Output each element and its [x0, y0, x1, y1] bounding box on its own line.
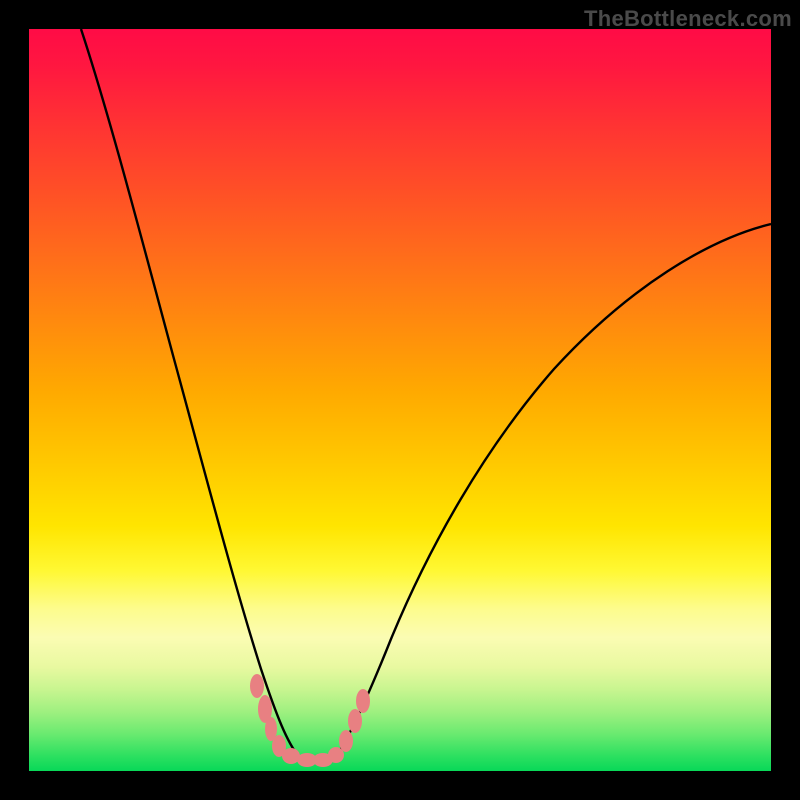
- left-curve: [81, 29, 299, 757]
- plot-area: [29, 29, 771, 771]
- watermark-text: TheBottleneck.com: [584, 6, 792, 32]
- chart-frame: TheBottleneck.com: [0, 0, 800, 800]
- right-curve: [336, 224, 771, 757]
- curves-layer: [29, 29, 771, 771]
